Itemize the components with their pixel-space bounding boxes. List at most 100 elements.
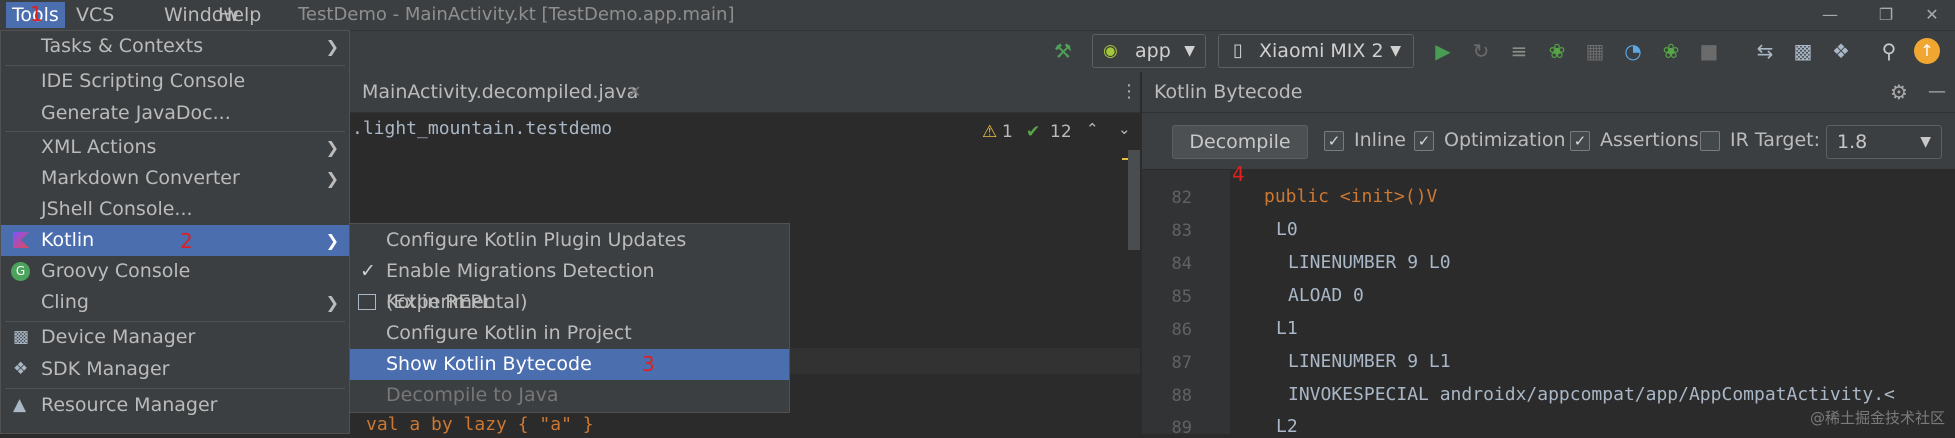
ir-target-checkbox[interactable] xyxy=(1700,131,1720,151)
ir-target-select[interactable]: 1.8 ▼ xyxy=(1826,125,1942,159)
menu-item-device-manager[interactable]: ▩ Device Manager xyxy=(1,322,349,353)
line-number: 83 xyxy=(1171,221,1192,241)
line-number: 84 xyxy=(1171,254,1192,274)
chevron-down-icon[interactable]: ⌄ xyxy=(1118,120,1131,138)
bytecode-line: ALOAD 0 xyxy=(1288,285,1364,306)
ir-target-value: 1.8 xyxy=(1837,131,1868,153)
step-annotation: 1 xyxy=(30,2,43,26)
kotlin-icon xyxy=(13,232,29,248)
step-annotation: 2 xyxy=(180,229,193,253)
optimization-label: Optimization xyxy=(1444,129,1566,151)
editor-tab-bar: MainActivity.decompiled.java ✕ ⋮ xyxy=(350,72,1140,113)
line-number: 87 xyxy=(1171,353,1192,373)
phone-icon: ▯ xyxy=(1233,40,1243,61)
line-number: 85 xyxy=(1171,287,1192,307)
step-annotation: 3 xyxy=(642,352,655,376)
menu-bar: Tools VCS Window Help TestDemo - MainAct… xyxy=(0,0,1955,31)
assertions-checkbox[interactable]: ✓ xyxy=(1570,131,1590,151)
gear-icon[interactable]: ⚙ xyxy=(1890,72,1908,112)
decompile-button[interactable]: Decompile xyxy=(1172,125,1308,159)
chevron-right-icon: ❯ xyxy=(325,138,339,157)
menu-item-configure-kotlin-plugin-updates[interactable]: Configure Kotlin Plugin Updates xyxy=(350,225,789,256)
build-hammer-icon[interactable]: ⚒ xyxy=(1050,38,1076,64)
menu-item-markdown-converter[interactable]: Markdown Converter ❯ xyxy=(1,163,349,194)
menu-item-sdk-manager[interactable]: ❖ SDK Manager xyxy=(1,354,349,385)
menu-item-configure-kotlin-in-project[interactable]: Configure Kotlin in Project xyxy=(350,318,789,349)
bytecode-line: INVOKESPECIAL androidx/appcompat/app/App… xyxy=(1288,384,1895,405)
apply-changes-icon[interactable]: ≡ xyxy=(1506,38,1532,64)
rerun-icon[interactable]: ↻ xyxy=(1468,38,1494,64)
bottom-code-line: val a by lazy { "a" } xyxy=(366,414,594,435)
menu-item-kotlin[interactable]: Kotlin ❯ xyxy=(1,225,349,256)
chevron-right-icon: ❯ xyxy=(325,37,339,56)
profiler-icon[interactable]: ◔ xyxy=(1620,38,1646,64)
menu-item-show-kotlin-bytecode[interactable]: Show Kotlin Bytecode xyxy=(350,349,789,380)
stop-icon[interactable]: ■ xyxy=(1696,38,1722,64)
warning-icon[interactable]: ⚠ xyxy=(982,122,997,142)
package-line: .light_mountain.testdemo xyxy=(352,118,613,139)
optimization-checkbox[interactable]: ✓ xyxy=(1414,131,1434,151)
hide-panel-icon[interactable]: — xyxy=(1928,72,1946,112)
menu-item-resource-manager[interactable]: ▲ Resource Manager xyxy=(1,390,349,421)
chevron-right-icon: ❯ xyxy=(325,231,339,250)
menu-item-enable-migrations-detection[interactable]: ✓ Enable Migrations Detection (Experimen… xyxy=(350,256,789,313)
menu-item-cling[interactable]: Cling ❯ xyxy=(1,287,349,318)
close-tab-icon[interactable]: ✕ xyxy=(628,72,641,112)
line-number: 86 xyxy=(1171,320,1192,340)
menu-item-xml-actions[interactable]: XML Actions ❯ xyxy=(1,132,349,163)
groovy-icon: G xyxy=(11,262,30,281)
bytecode-line: L1 xyxy=(1276,318,1298,339)
update-icon[interactable]: ↑ xyxy=(1914,38,1940,64)
repl-console-icon xyxy=(358,294,376,310)
close-icon[interactable]: ✕ xyxy=(1912,0,1952,30)
run-icon[interactable]: ▶ xyxy=(1430,38,1456,64)
bytecode-line: LINENUMBER 9 L1 xyxy=(1288,351,1451,372)
menu-item-kotlin-repl[interactable]: Kotlin REPL xyxy=(350,287,789,318)
debug-icon[interactable]: ❀ xyxy=(1544,38,1570,64)
menu-vcs[interactable]: VCS xyxy=(70,2,120,28)
android-icon: ◉ xyxy=(1103,41,1118,61)
editor-scrollbar[interactable] xyxy=(1128,150,1140,250)
more-options-icon[interactable]: ⋮ xyxy=(1120,72,1138,112)
inline-checkbox[interactable]: ✓ xyxy=(1324,131,1344,151)
minimize-icon[interactable]: — xyxy=(1810,0,1850,30)
ir-target-label: IR Target: xyxy=(1730,129,1821,151)
bytecode-line: L0 xyxy=(1276,219,1298,240)
chevron-up-icon[interactable]: ⌃ xyxy=(1086,120,1099,138)
menu-item-jshell-console[interactable]: JShell Console... xyxy=(1,194,349,225)
chevron-right-icon: ❯ xyxy=(325,293,339,312)
device-label: Xiaomi MIX 2 xyxy=(1259,40,1384,62)
device-manager-icon[interactable]: ▩ xyxy=(1790,38,1816,64)
line-number: 82 xyxy=(1171,188,1192,208)
check-icon[interactable]: ✔ xyxy=(1026,122,1040,142)
menu-item-generate-javadoc[interactable]: Generate JavaDoc... xyxy=(1,98,349,129)
resource-manager-icon: ▲ xyxy=(13,395,27,415)
bytecode-line: public <init>()V xyxy=(1264,186,1438,207)
tab-decompiled-java[interactable]: MainActivity.decompiled.java xyxy=(362,72,638,112)
checkmark-icon: ✓ xyxy=(360,260,376,282)
warning-count: 1 xyxy=(1002,122,1013,142)
menu-item-ide-scripting-console[interactable]: IDE Scripting Console xyxy=(1,66,349,97)
restore-icon[interactable]: ❐ xyxy=(1866,0,1906,30)
debug-attach-icon[interactable]: ❀ xyxy=(1658,38,1684,64)
bytecode-line: LINENUMBER 9 L0 xyxy=(1288,252,1451,273)
bytecode-options-bar: Decompile ✓ Inline ✓ Optimization ✓ Asse… xyxy=(1142,113,1955,169)
run-config-label: app xyxy=(1135,40,1171,62)
device-manager-icon: ▩ xyxy=(13,327,30,347)
kotlin-submenu: Configure Kotlin Plugin Updates ✓ Enable… xyxy=(349,223,790,413)
menu-item-groovy-console[interactable]: G Groovy Console xyxy=(1,256,349,287)
chevron-right-icon: ❯ xyxy=(325,169,339,188)
search-icon[interactable]: ⚲ xyxy=(1876,38,1902,64)
check-count: 12 xyxy=(1050,122,1072,142)
device-select[interactable]: ▯ Xiaomi MIX 2 ▼ xyxy=(1218,34,1414,68)
sdk-manager-icon[interactable]: ❖ xyxy=(1828,38,1854,64)
menu-item-decompile-to-java: Decompile to Java xyxy=(386,384,559,406)
run-config-select[interactable]: ◉ app ▼ xyxy=(1092,34,1206,68)
chevron-down-icon: ▼ xyxy=(1184,43,1195,59)
line-number: 88 xyxy=(1171,386,1192,406)
attach-debugger-icon[interactable]: ▦ xyxy=(1582,38,1608,64)
chevron-down-icon: ▼ xyxy=(1920,134,1931,150)
menu-item-tasks-contexts[interactable]: Tasks & Contexts ❯ xyxy=(1,31,349,62)
sync-gradle-icon[interactable]: ⇆ xyxy=(1752,38,1778,64)
menu-help[interactable]: Help xyxy=(212,2,267,28)
